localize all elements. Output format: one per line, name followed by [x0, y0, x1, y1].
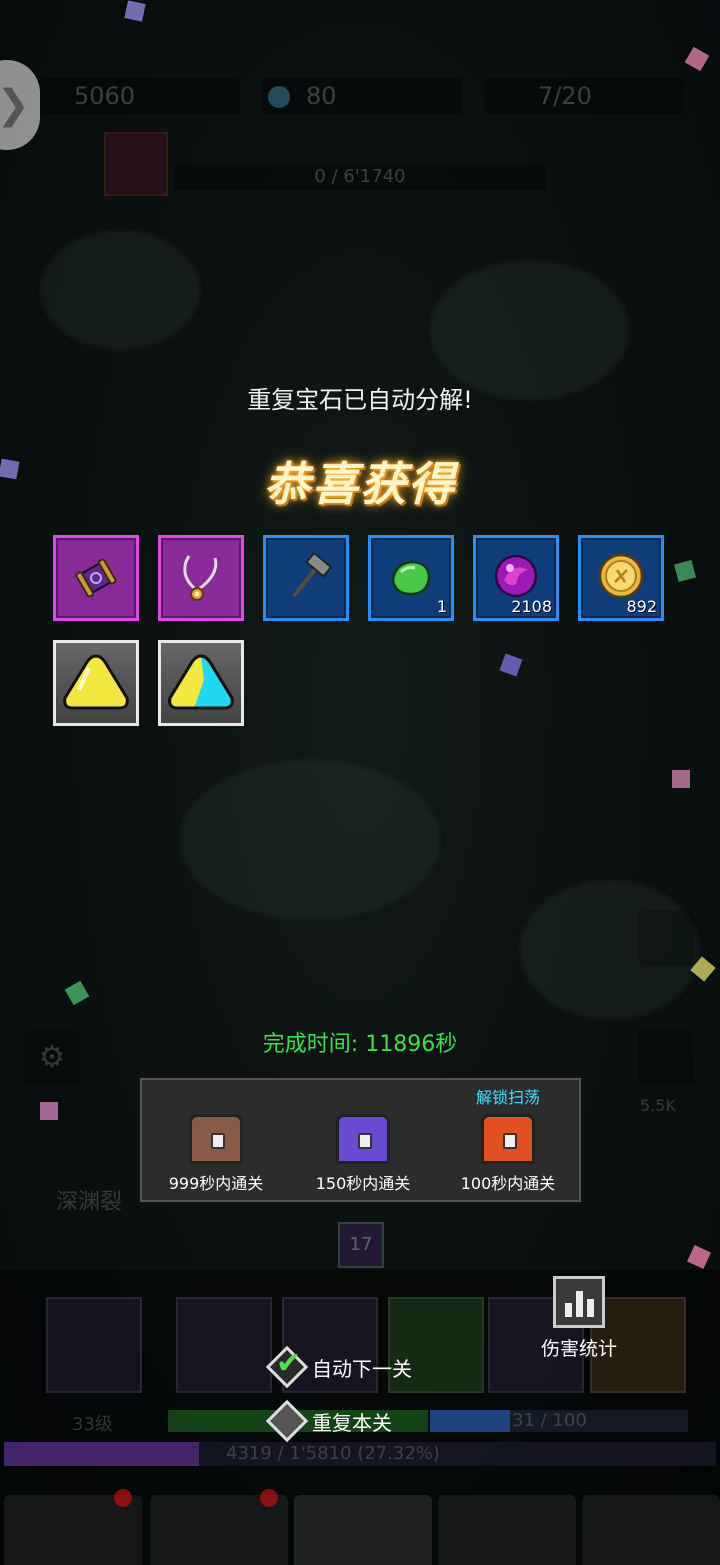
bg-foliage [40, 230, 200, 350]
reward-slot[interactable] [53, 535, 139, 621]
confetti-piece [40, 1102, 58, 1120]
chest-label: 100秒内通关 [460, 1174, 556, 1193]
bar-chart-icon [553, 1276, 605, 1328]
progress-text: 31 / 100 [512, 1410, 587, 1431]
green-gem-icon [391, 560, 431, 596]
wave-badge: 17 [338, 1222, 384, 1268]
chest-tier-2[interactable]: 150秒内通关 [293, 1114, 433, 1194]
reward-slot[interactable] [158, 535, 244, 621]
reward-slot[interactable]: 892 [578, 535, 664, 621]
exp-text: 4319 / 1'5810 (27.32%) [226, 1443, 440, 1464]
stamina-counter: 7/20 [484, 78, 684, 114]
exp-bar-fill [4, 1442, 199, 1466]
boss-hp-bar: 0 / 6'1740 [174, 164, 546, 190]
damage-stats-button[interactable]: 伤害统计 [534, 1276, 624, 1361]
mana-bar-fill [430, 1410, 510, 1432]
reward-count: 892 [626, 597, 657, 616]
nav-tab-book[interactable] [438, 1495, 576, 1565]
auto-next-label: 自动下一关 [312, 1356, 412, 1381]
chest-label: 150秒内通关 [315, 1174, 411, 1193]
chest-tier-1[interactable]: 999秒内通关 [146, 1114, 286, 1194]
nav-tab-hero[interactable] [4, 1489, 142, 1565]
nav-tab-shop[interactable] [582, 1495, 720, 1565]
nav-tab-battle[interactable] [294, 1495, 432, 1565]
bg-foliage [430, 260, 630, 400]
chest-icon [189, 1114, 243, 1164]
hero-level: 33级 [72, 1414, 113, 1435]
repeat-stage-toggle[interactable]: 重复本关 [265, 1399, 392, 1443]
clear-time: 完成时间: 11896秒 [262, 1032, 458, 1057]
chest-reward-panel: 999秒内通关 150秒内通关 解锁扫荡 100秒内通关 [137, 1075, 584, 1205]
exit-button[interactable] [638, 910, 694, 966]
purple-scroll-icon [75, 558, 117, 598]
repeat-stage-label: 重复本关 [312, 1410, 392, 1435]
check-mark-icon: ✔ [276, 1346, 302, 1381]
confetti-piece [124, 0, 146, 22]
nav-tab-bag[interactable] [150, 1489, 288, 1565]
chest-icon [336, 1114, 390, 1164]
gem-icon [268, 86, 290, 108]
chevron-right-icon: ❯ [0, 82, 30, 128]
reward-slot[interactable] [263, 535, 349, 621]
reward-slot[interactable] [53, 640, 139, 726]
notification-dot [114, 1489, 132, 1507]
damage-stats-label: 伤害统计 [540, 1338, 617, 1360]
reward-slot[interactable]: 1 [368, 535, 454, 621]
duplicate-gem-notice: 重复宝石已自动分解! [247, 386, 473, 414]
confetti-piece [672, 770, 690, 788]
gold-counter: 5060 [40, 78, 240, 114]
cyan-crystal-icon [168, 654, 234, 710]
gold-value: 5060 [74, 82, 136, 110]
chest-label: 999秒内通关 [168, 1174, 264, 1193]
reward-count: 1 [436, 597, 447, 616]
skill-slot[interactable] [176, 1297, 272, 1393]
reward-title: 恭喜获得 [264, 457, 456, 511]
unlock-sweep-tag: 解锁扫荡 [475, 1088, 540, 1107]
gem-counter: 80 [262, 78, 462, 114]
chest-tier-3[interactable]: 解锁扫荡 100秒内通关 [438, 1088, 578, 1194]
hammer-icon [292, 551, 333, 598]
gem-value: 80 [306, 82, 337, 110]
reward-slot[interactable] [158, 640, 244, 726]
boss-avatar [104, 132, 168, 196]
necklace-icon [183, 555, 218, 601]
side-stat: 5.5K [640, 1096, 676, 1115]
notification-dot [260, 1489, 278, 1507]
stamina-value: 7/20 [538, 82, 592, 110]
hero-portrait[interactable] [46, 1297, 142, 1393]
reward-count: 2108 [511, 597, 552, 616]
checkbox-unchecked-icon [265, 1399, 309, 1443]
bg-foliage [180, 760, 440, 920]
reward-slot[interactable]: 2108 [473, 535, 559, 621]
stage-name: 深渊裂 [56, 1190, 123, 1215]
yellow-crystal-icon [63, 654, 129, 710]
chest-icon [481, 1114, 535, 1164]
